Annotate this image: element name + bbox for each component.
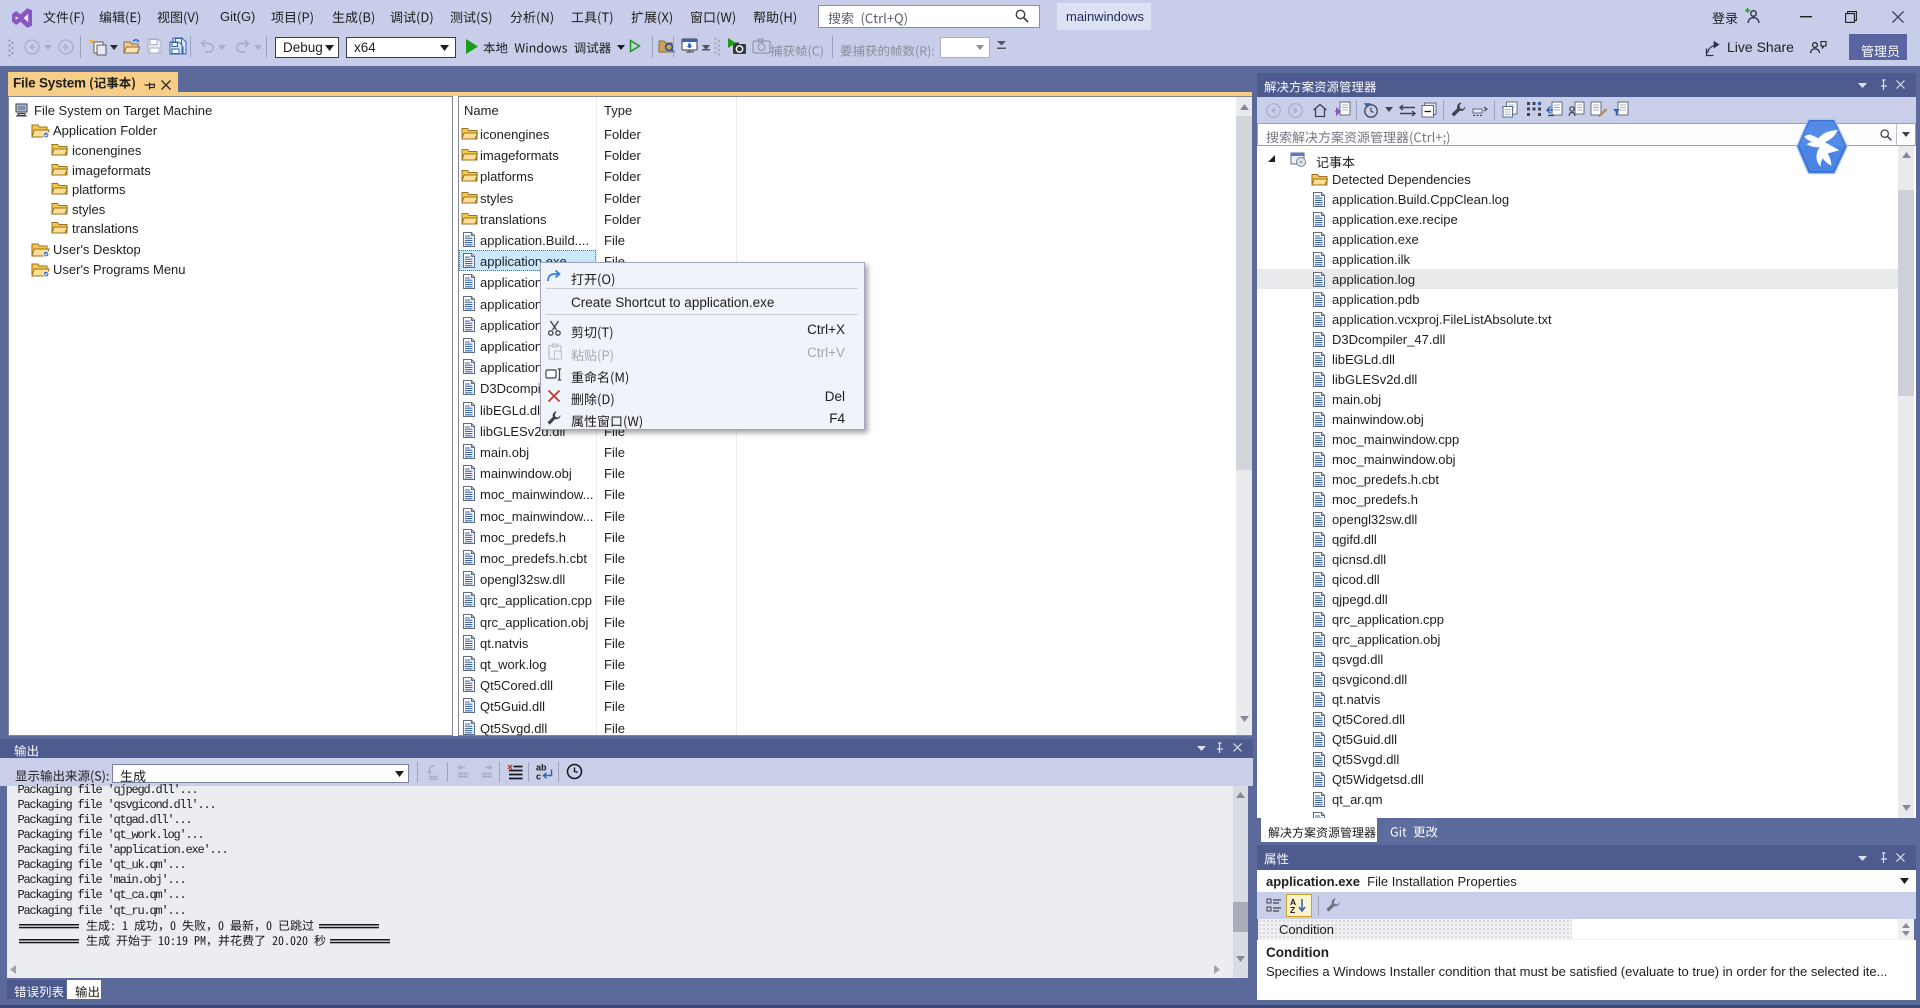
svg-text:c: c bbox=[536, 772, 541, 782]
svg-text:Z: Z bbox=[1290, 905, 1295, 914]
